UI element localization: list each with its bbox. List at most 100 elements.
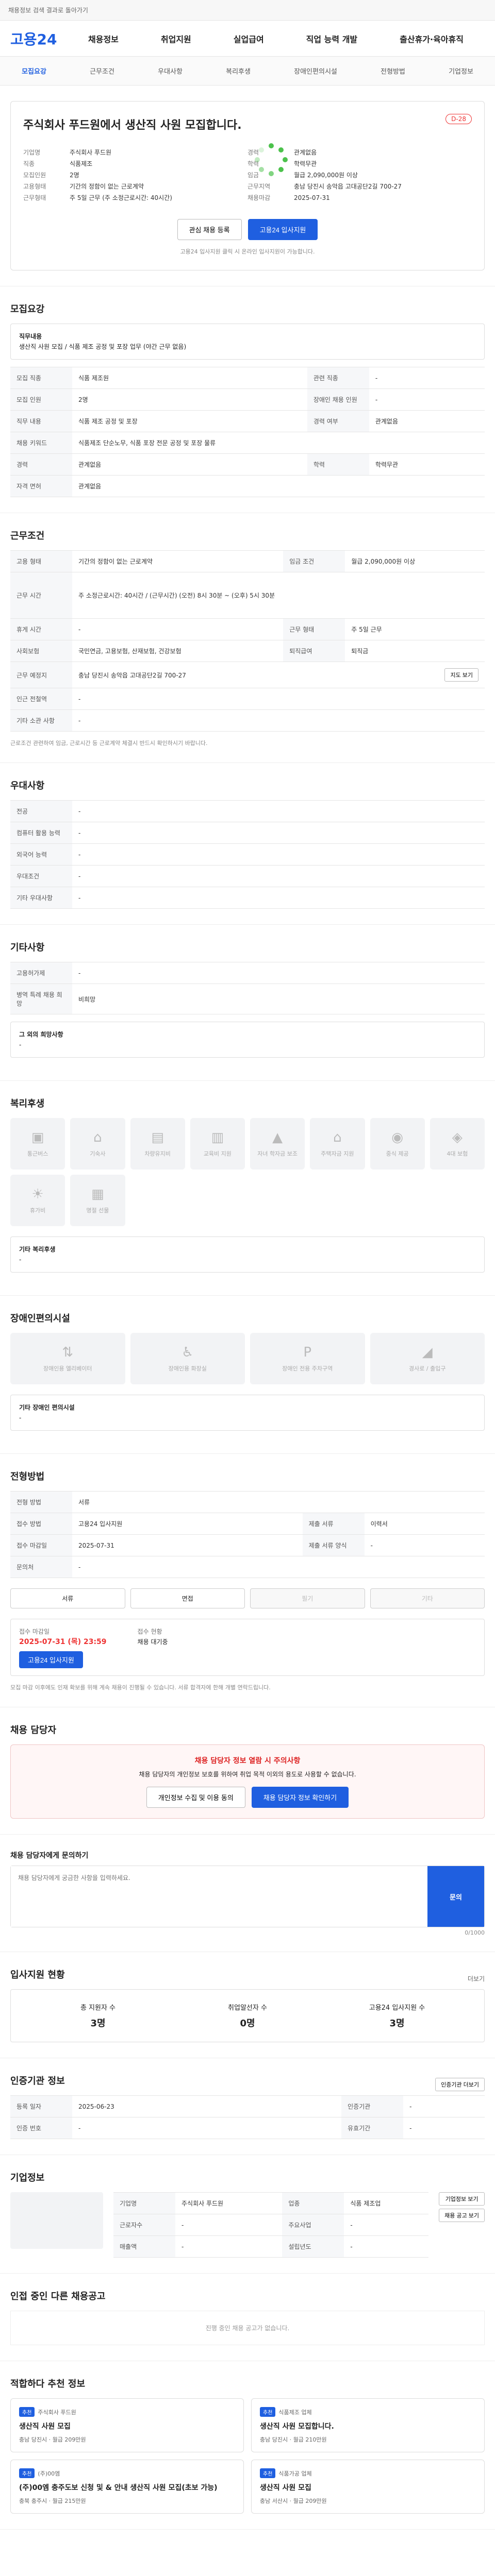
- tab-recruit[interactable]: 모집요강: [22, 66, 46, 76]
- tab-welfare[interactable]: 복리후생: [226, 66, 251, 76]
- duty-text: 생산직 사원 모집 / 식품 제조 공정 및 포장 업무 (야간 근무 없음): [19, 343, 187, 350]
- summary-row: 고용형태 기간의 정함이 없는 근로계약: [23, 183, 144, 190]
- deadline-badge: D-28: [446, 114, 472, 124]
- apply-note: 고용24 입사지원 클릭 시 온라인 입사지원이 가능합니다.: [180, 248, 315, 255]
- summary-card: 주식회사 푸드원에서 생산직 사원 모집합니다. D-28 기업명 주식회사 푸드…: [10, 101, 485, 270]
- welfare-icons: ▣ 통근버스 ⌂ 기숙사 ▤ 차량유지비 ▥ 교육비 지원 ▲ 자녀 학자금 보조 ⌂ 주택…: [10, 1118, 485, 1226]
- job-card[interactable]: 추천 식품제조 업체 생산직 사원 모집합니다. 충남 당진시 · 월급 210만…: [251, 2398, 485, 2452]
- gnb-item[interactable]: 채용정보: [88, 32, 119, 45]
- job-card-title[interactable]: 생산직 사원 모집: [19, 2421, 235, 2431]
- other-table: 고용허가제 - 병역 특례 채용 희망 비희망: [10, 962, 485, 1014]
- conditions-note: 근로조건 관련하여 임금, 근로시간 등 근로계약 체결시 반드시 확인하시기 …: [10, 740, 208, 747]
- company-jobs-button[interactable]: 채용 공고 보기: [439, 2209, 485, 2222]
- step-interview: 면접: [130, 1588, 245, 1608]
- summary-row: 채용마감 2025-07-31: [248, 194, 330, 201]
- facility-item: P 장애인 전용 주차구역: [250, 1333, 365, 1384]
- summary-row: 기업명 주식회사 푸드원: [23, 149, 112, 156]
- loading-spinner-icon: [255, 143, 288, 176]
- company-info-button[interactable]: 기업정보 보기: [439, 2192, 485, 2206]
- section-title: 채용 담당자: [10, 1725, 57, 1736]
- welfare-item: ▥ 교육비 지원: [190, 1118, 245, 1170]
- gnb-item[interactable]: 직업 능력 개발: [306, 32, 357, 45]
- site-logo[interactable]: 고용24: [10, 28, 67, 49]
- restroom-icon: ♿: [182, 1345, 194, 1360]
- recruit-table: 모집 직종 식품 제조원 관련 직종 - 모집 인원 2명 장애인 채용 인원 - 직무 내…: [10, 367, 485, 497]
- site-header: 고용24 채용정보 취업지원 실업급여 직업 능력 개발 출산휴가·육아휴직: [0, 21, 495, 57]
- work-address: 충남 당진시 송악읍 고대공단2길 700-27: [78, 671, 186, 679]
- facility-icons: ⇅ 장애인용 엘리베이터 ♿ 장애인용 화장실 P 장애인 전용 주차구역 ◢ 경사로 …: [10, 1333, 485, 1384]
- table-row: 채용 키워드 식품제조 단순노무, 식품 포장 전문 공정 및 포장 물류: [10, 432, 485, 454]
- job-card[interactable]: 추천 주식회사 푸드원 생산직 사원 모집 충남 당진시 · 월급 209만원: [10, 2398, 244, 2452]
- view-contact-button[interactable]: 채용 담당자 정보 확인하기: [251, 1787, 349, 1808]
- duty-label: 직무내용: [19, 333, 42, 340]
- gnb-item[interactable]: 출산휴가·육아휴직: [400, 32, 464, 45]
- tab-company[interactable]: 기업정보: [449, 66, 473, 76]
- section-title: 기타사항: [10, 942, 45, 953]
- contact-actions: 개인정보 수집 및 이용 동의 채용 담당자 정보 확인하기: [21, 1787, 474, 1808]
- section-title: 인증기관 정보: [10, 2076, 65, 2087]
- stats-section: 입사지원 현황 더보기 총 지원자 수 3명 취업알선자 수 0명 고용24 입사지…: [0, 1952, 495, 2058]
- job-card-title[interactable]: 생산직 사원 모집합니다.: [260, 2421, 476, 2431]
- alert-title: 채용 담당자 정보 열람 시 주의사항: [194, 1757, 301, 1765]
- process-table: 전형 방법 서류 접수 방법 고용24 입사지원 제출 서류 이력서 접수 마감일 202…: [10, 1491, 485, 1578]
- job-badge: 추천: [19, 2407, 35, 2417]
- table-row: 인근 전철역 -: [10, 688, 485, 710]
- qa-input[interactable]: [11, 1866, 427, 1927]
- table-row: 전공 -: [10, 800, 485, 822]
- parking-icon: P: [303, 1345, 312, 1360]
- elevator-icon: ⇅: [62, 1345, 74, 1360]
- table-row: 모집 직종 식품 제조원 관련 직종 -: [10, 367, 485, 389]
- back-link[interactable]: 채용정보 검색 결과로 돌아가기: [8, 6, 88, 14]
- table-row: 근무 시간 주 소정근로시간: 40시간 / (근무시간) (오전) 8시 30분…: [10, 572, 485, 619]
- top-notice-bar: 채용정보 검색 결과로 돌아가기: [0, 0, 495, 21]
- consent-button[interactable]: 개인정보 수집 및 이용 동의: [146, 1787, 245, 1808]
- table-row: 사회보험 국민연금, 고용보험, 산재보험, 건강보험 퇴직급여 퇴직금: [10, 640, 485, 662]
- bus-icon: ▣: [31, 1130, 44, 1145]
- summary-left: 기업명 주식회사 푸드원 직종 식품제조 모집인원 2명 고용형태 기간의 정함이 없는…: [23, 147, 248, 204]
- meal-icon: ◉: [391, 1130, 403, 1145]
- welfare-item: ◈ 4대 보험: [430, 1118, 485, 1170]
- section-title: 모집요강: [10, 304, 45, 315]
- step-document: 서류: [10, 1588, 125, 1608]
- stats-more-link[interactable]: 더보기: [468, 1974, 485, 1983]
- table-row: 병역 특례 채용 희망 비희망: [10, 984, 485, 1014]
- job-card[interactable]: 추천 식품가공 업체 생산직 사원 모집 충남 서산시 · 월급 209만원: [251, 2460, 485, 2514]
- company-section: 기업정보 기업명 주식회사 푸드원 업종 식품 제조업 근로자수 - 주요사업 - 매출액 -…: [0, 2155, 495, 2274]
- welfare-item: ▤ 차량유지비: [130, 1118, 185, 1170]
- deadline-info: 접수 마감일 2025-07-31 (목) 23:59 고용24 입사지원: [19, 1626, 107, 1668]
- job-badge: 추천: [19, 2468, 35, 2478]
- alert-text: 채용 담당자의 개인정보 보호를 위하여 취업 목적 이외의 용도로 사용할 수…: [139, 1771, 356, 1778]
- table-row: 모집 인원 2명 장애인 채용 인원 -: [10, 388, 485, 411]
- process-apply-button[interactable]: 고용24 입사지원: [19, 1651, 83, 1668]
- section-title: 전형방법: [10, 1471, 45, 1482]
- tab-facility[interactable]: 장애인편의시설: [294, 66, 337, 76]
- conditions-section: 근무조건 고용 형태 기간의 정함이 없는 근로계약 임금 조건 월급 2,090,0…: [0, 513, 495, 763]
- qa-send-button[interactable]: 문의: [427, 1866, 484, 1927]
- table-row: 자격 면허 관계없음: [10, 475, 485, 497]
- map-button[interactable]: 지도 보기: [444, 668, 478, 682]
- auth-header: 인증기관 정보 인증기관 더보기: [10, 2074, 485, 2095]
- stat-item: 총 지원자 수 3명: [80, 2004, 116, 2029]
- job-title: 주식회사 푸드원에서 생산직 사원 모집합니다.: [23, 119, 242, 132]
- ramp-icon: ◢: [422, 1345, 433, 1360]
- table-row: 우대조건 -: [10, 865, 485, 887]
- tab-process[interactable]: 전형방법: [381, 66, 405, 76]
- apply-button[interactable]: 고용24 입사지원: [248, 219, 318, 240]
- facility-item: ♿ 장애인용 화장실: [130, 1333, 245, 1384]
- auth-section: 인증기관 정보 인증기관 더보기 등록 일자 2025-06-23 인증기관 - 인증…: [0, 2058, 495, 2155]
- job-card-title[interactable]: 생산직 사원 모집: [260, 2482, 476, 2493]
- gnb-item[interactable]: 실업급여: [234, 32, 264, 45]
- job-card-title[interactable]: (주)00엠 충주도보 신청 및 & 안내 생산직 사원 모집(초보 가능): [19, 2482, 235, 2493]
- interest-button[interactable]: 관심 채용 등록: [177, 219, 242, 240]
- tab-preference[interactable]: 우대사항: [158, 66, 183, 76]
- table-row: 기타 소관 사항 -: [10, 709, 485, 732]
- job-card[interactable]: 추천 (주)00엠 (주)00엠 충주도보 신청 및 & 안내 생산직 사원 모집…: [10, 2460, 244, 2514]
- tab-conditions[interactable]: 근무조건: [90, 66, 114, 76]
- auth-more-button[interactable]: 인증기관 더보기: [435, 2078, 485, 2091]
- home-icon: ⌂: [333, 1130, 342, 1145]
- table-row: 접수 방법 고용24 입사지원 제출 서류 이력서: [10, 1513, 485, 1535]
- gnb-item[interactable]: 취업지원: [161, 32, 191, 45]
- welfare-other-box: 기타 복리후생 -: [10, 1236, 485, 1273]
- gift-icon: ▦: [91, 1187, 104, 1202]
- table-row: 문의처 -: [10, 1556, 485, 1578]
